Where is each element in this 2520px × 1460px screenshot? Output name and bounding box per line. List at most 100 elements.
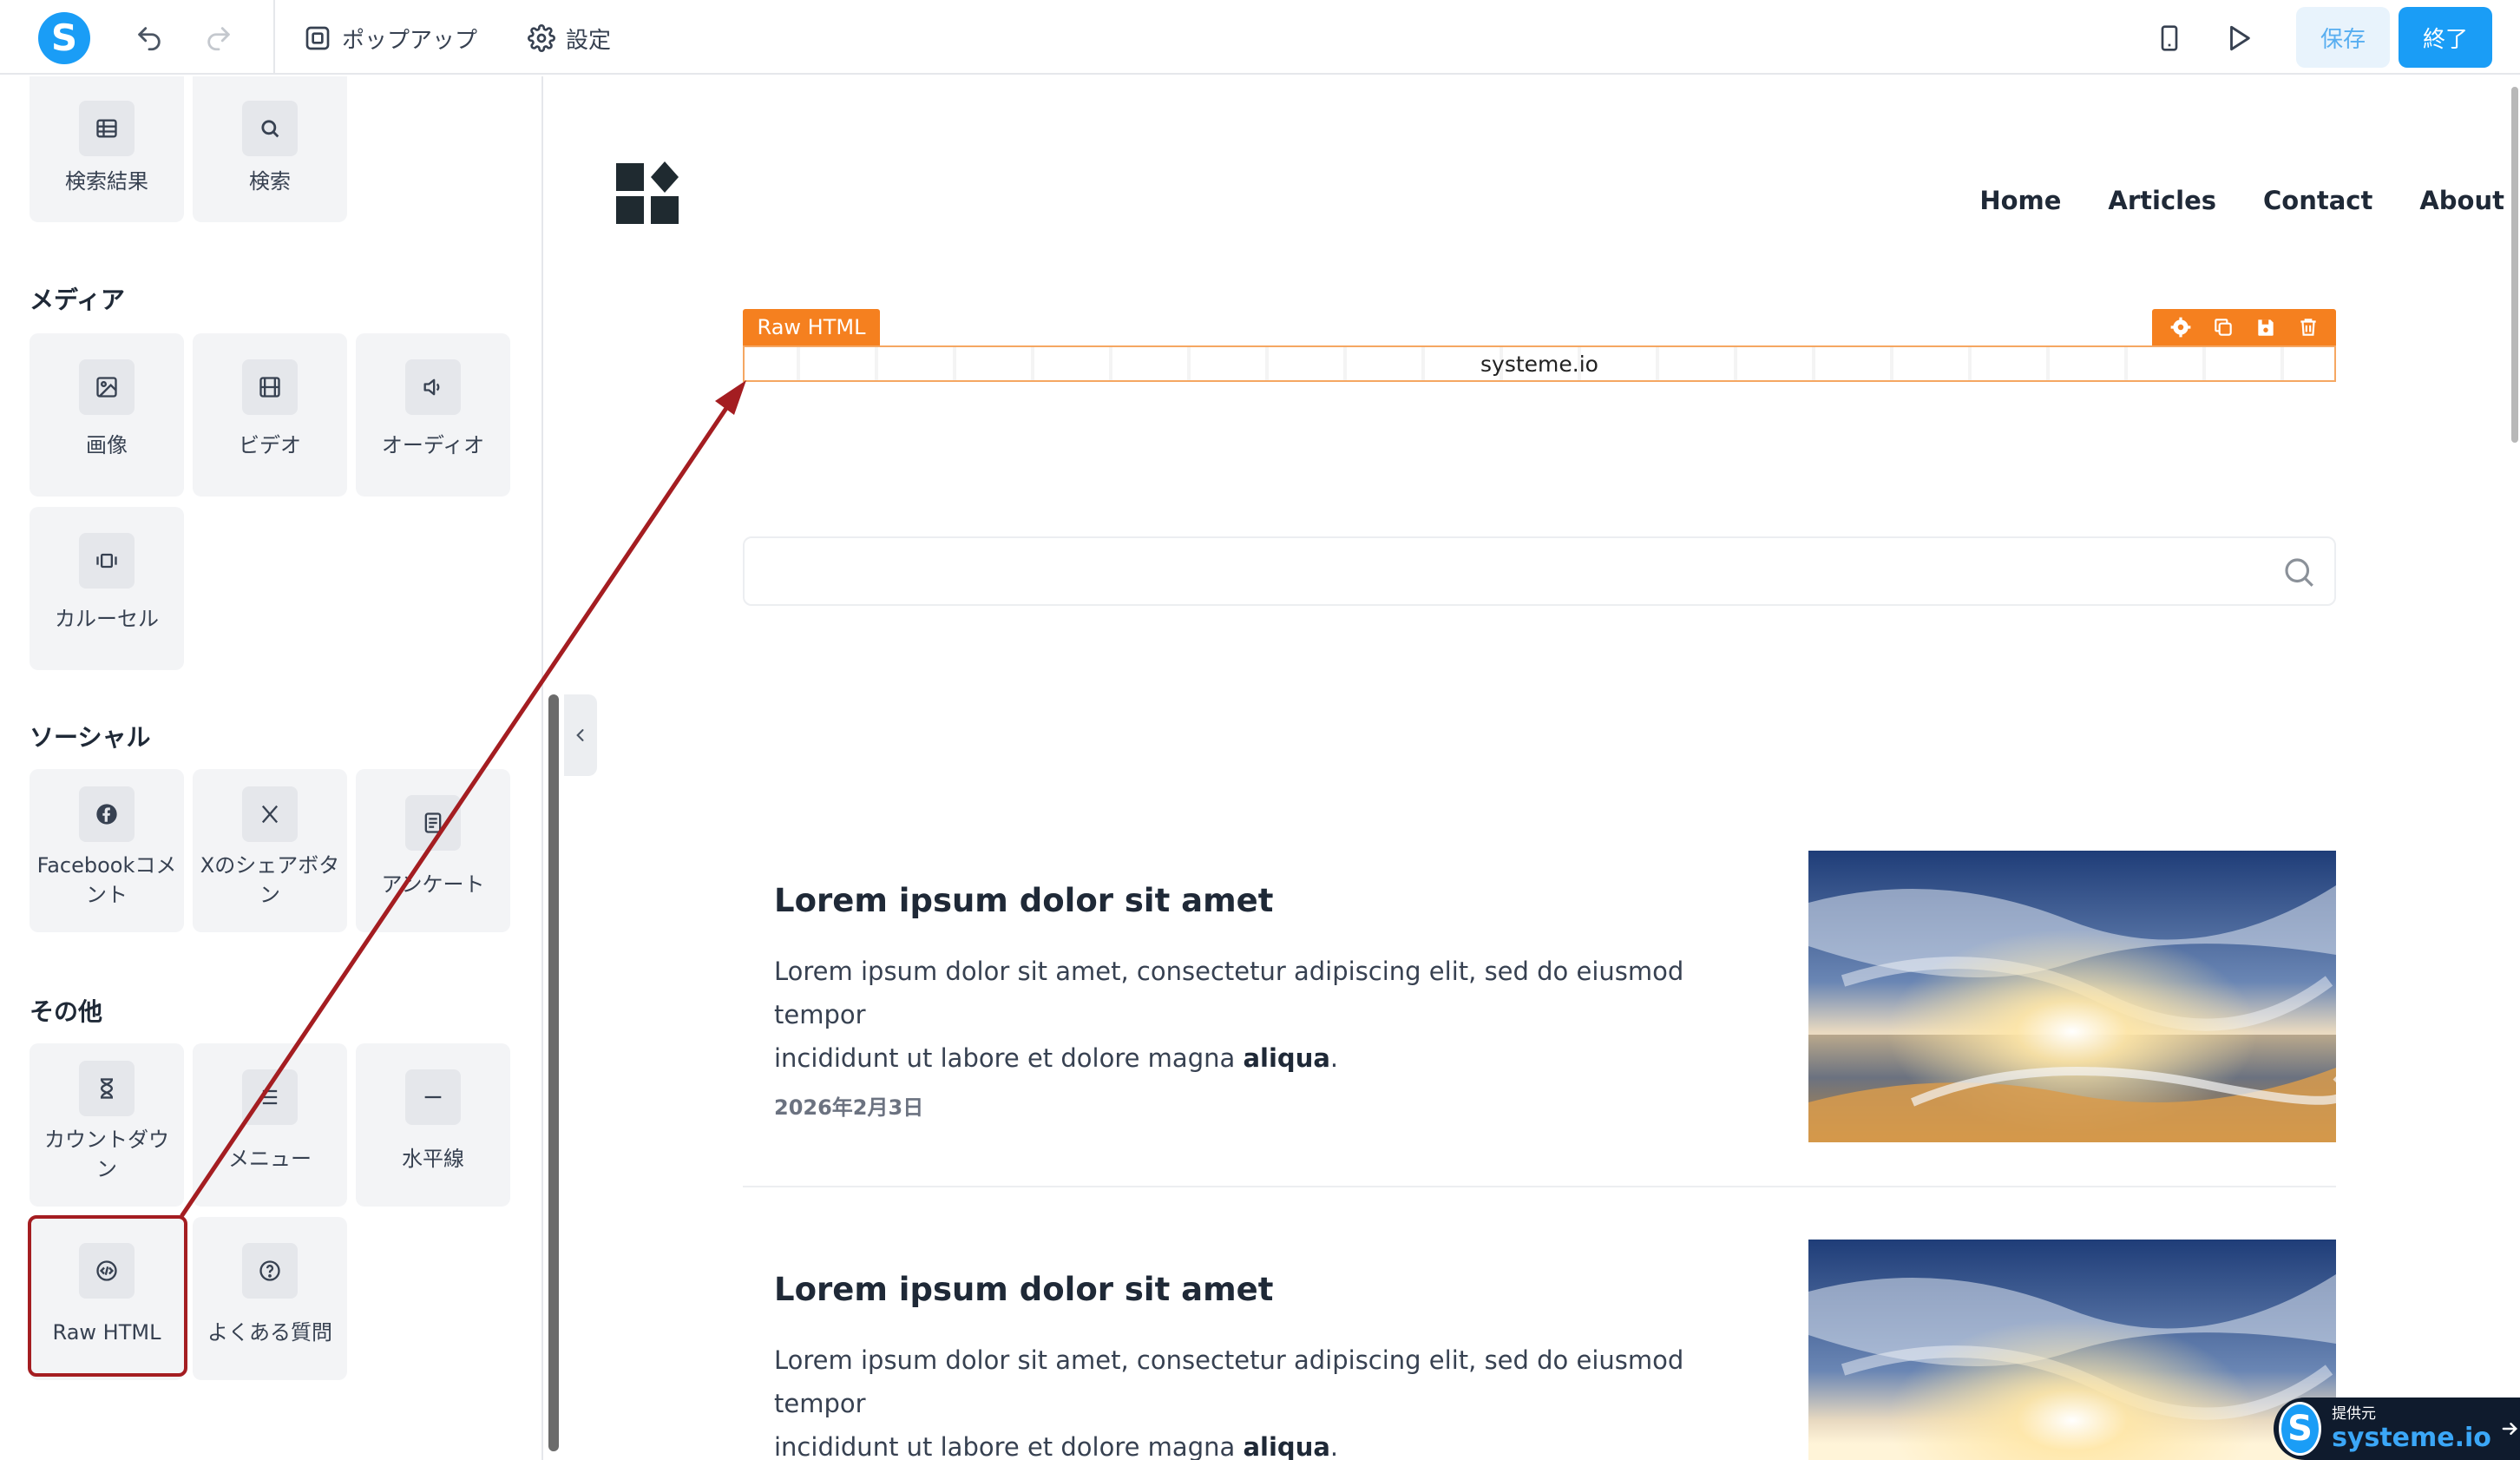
site-logo-icon xyxy=(616,161,679,224)
article-title[interactable]: Lorem ipsum dolor sit amet xyxy=(774,1271,1273,1308)
question-icon xyxy=(242,1243,298,1299)
settings-label: 設定 xyxy=(566,27,612,54)
tile-label: カウントダウン xyxy=(44,1128,169,1181)
video-icon xyxy=(242,359,298,415)
element-tile-search-results[interactable]: 検索結果 xyxy=(30,76,184,222)
raw-html-toolbar xyxy=(2152,309,2336,345)
raw-html-block[interactable]: systeme.io xyxy=(743,345,2336,382)
popup-icon xyxy=(305,26,330,50)
excerpt-bold: aliqua xyxy=(1243,1043,1330,1073)
duplicate-icon[interactable] xyxy=(2212,316,2235,339)
excerpt-line: Lorem ipsum dolor sit amet, consectetur … xyxy=(774,957,1684,1029)
table-icon xyxy=(79,101,135,156)
redo-icon xyxy=(207,27,230,51)
section-title-social: ソーシャル xyxy=(30,723,151,752)
chevron-left-icon xyxy=(576,729,584,741)
article-image[interactable] xyxy=(1808,851,2336,1142)
save-button[interactable]: 保存 xyxy=(2296,7,2390,68)
element-tile-x-share[interactable]: Xのシェアボタン xyxy=(193,769,347,932)
excerpt-text: incididunt ut labore et dolore magna xyxy=(774,1043,1244,1073)
article-card[interactable]: Lorem ipsum dolor sit amet Lorem ipsum d… xyxy=(743,851,2336,1186)
tile-label: Facebookコメント xyxy=(36,853,177,907)
sidebar-scrollbar[interactable] xyxy=(548,694,559,1451)
badge-small-text: 提供元 xyxy=(2332,1404,2377,1423)
save-block-icon[interactable] xyxy=(2254,316,2277,339)
tile-label: Xのシェアボタン xyxy=(200,853,340,907)
tile-label: 検索 xyxy=(249,169,291,194)
article-card[interactable]: Lorem ipsum dolor sit amet Lorem ipsum d… xyxy=(743,1240,2336,1460)
raw-html-highlight xyxy=(28,1215,187,1377)
collapse-sidebar-button[interactable] xyxy=(564,694,597,776)
element-tile-survey[interactable]: アンケート xyxy=(356,769,510,932)
excerpt-end: . xyxy=(1329,1043,1339,1073)
excerpt-line: incididunt ut labore et dolore magna ali… xyxy=(774,1425,1729,1460)
undo-button[interactable] xyxy=(128,17,170,59)
excerpt-text: incididunt ut labore et dolore magna xyxy=(774,1432,1244,1460)
carousel-icon xyxy=(79,533,135,589)
survey-icon xyxy=(405,795,461,851)
badge-brand: systeme.io xyxy=(2332,1422,2491,1453)
facebook-icon xyxy=(79,786,135,842)
tile-label: よくある質問 xyxy=(207,1320,332,1345)
element-tile-faq[interactable]: よくある質問 xyxy=(193,1217,347,1380)
tile-label: 水平線 xyxy=(402,1147,464,1171)
redo-button[interactable] xyxy=(198,17,240,59)
element-tile-facebook-comments[interactable]: Facebookコメント xyxy=(30,769,184,932)
section-title-media: メディア xyxy=(30,286,126,314)
blog-search-input[interactable] xyxy=(743,536,2336,606)
x-icon xyxy=(242,786,298,842)
badge-logo: S xyxy=(2279,1402,2322,1456)
tile-label: メニュー xyxy=(228,1147,312,1171)
audio-icon xyxy=(405,359,461,415)
hourglass-icon xyxy=(79,1061,135,1116)
article-excerpt: Lorem ipsum dolor sit amet, consectetur … xyxy=(774,1338,1729,1460)
element-tile-carousel[interactable]: カルーセル xyxy=(30,507,184,670)
canvas-scrollbar[interactable] xyxy=(2511,87,2518,443)
excerpt-line: incididunt ut labore et dolore magna ali… xyxy=(774,1036,1729,1080)
popup-label: ポップアップ xyxy=(342,27,478,54)
element-tile-video[interactable]: ビデオ xyxy=(193,333,347,497)
tile-label: オーディオ xyxy=(381,433,485,457)
element-tile-search[interactable]: 検索 xyxy=(193,76,347,222)
trash-icon[interactable] xyxy=(2297,316,2320,339)
nav-home[interactable]: Home xyxy=(1979,186,2061,224)
preview-button[interactable] xyxy=(2218,17,2260,59)
settings-button[interactable]: 設定 xyxy=(528,17,611,59)
nav-about[interactable]: About xyxy=(2419,186,2504,224)
powered-by-badge[interactable]: S 提供元 systeme.io xyxy=(2274,1398,2520,1460)
section-title-other: その他 xyxy=(30,997,103,1026)
sidebar-border xyxy=(541,76,543,1460)
tile-label: ビデオ xyxy=(239,433,301,457)
tile-label: アンケート xyxy=(381,872,485,897)
undo-icon xyxy=(138,27,161,51)
article-title[interactable]: Lorem ipsum dolor sit amet xyxy=(774,882,1273,919)
tile-label: 検索結果 xyxy=(65,169,148,194)
nav-articles[interactable]: Articles xyxy=(2108,186,2216,224)
element-tile-horizontal-line[interactable]: 水平線 xyxy=(356,1043,510,1207)
article-excerpt: Lorem ipsum dolor sit amet, consectetur … xyxy=(774,950,1729,1080)
tile-label: カルーセル xyxy=(55,607,159,631)
mobile-preview-button[interactable] xyxy=(2149,17,2190,59)
popup-button[interactable]: ポップアップ xyxy=(304,17,477,59)
excerpt-bold: aliqua xyxy=(1243,1432,1330,1460)
systeme-logo[interactable]: S xyxy=(38,12,90,64)
article-date: 2026年2月3日 xyxy=(774,1095,924,1120)
finish-button[interactable]: 終了 xyxy=(2399,7,2492,68)
badge-text: 提供元 systeme.io xyxy=(2332,1404,2491,1453)
nav-contact[interactable]: Contact xyxy=(2263,186,2372,224)
raw-html-tag[interactable]: Raw HTML xyxy=(743,309,880,345)
mobile-icon xyxy=(2161,25,2178,51)
element-tile-audio[interactable]: オーディオ xyxy=(356,333,510,497)
element-tile-menu[interactable]: メニュー xyxy=(193,1043,347,1207)
element-tile-countdown[interactable]: カウントダウン xyxy=(30,1043,184,1207)
article-image[interactable] xyxy=(1808,1240,2336,1460)
search-icon xyxy=(242,101,298,156)
excerpt-end: . xyxy=(1329,1432,1339,1460)
article-separator xyxy=(743,1186,2336,1187)
settings-icon[interactable] xyxy=(2169,316,2192,339)
arrow-right-icon xyxy=(2502,1423,2517,1435)
site-nav: Home Articles Contact About xyxy=(1979,186,2504,224)
element-tile-image[interactable]: 画像 xyxy=(30,333,184,497)
search-icon[interactable] xyxy=(2280,554,2317,590)
divider-icon xyxy=(405,1069,461,1125)
